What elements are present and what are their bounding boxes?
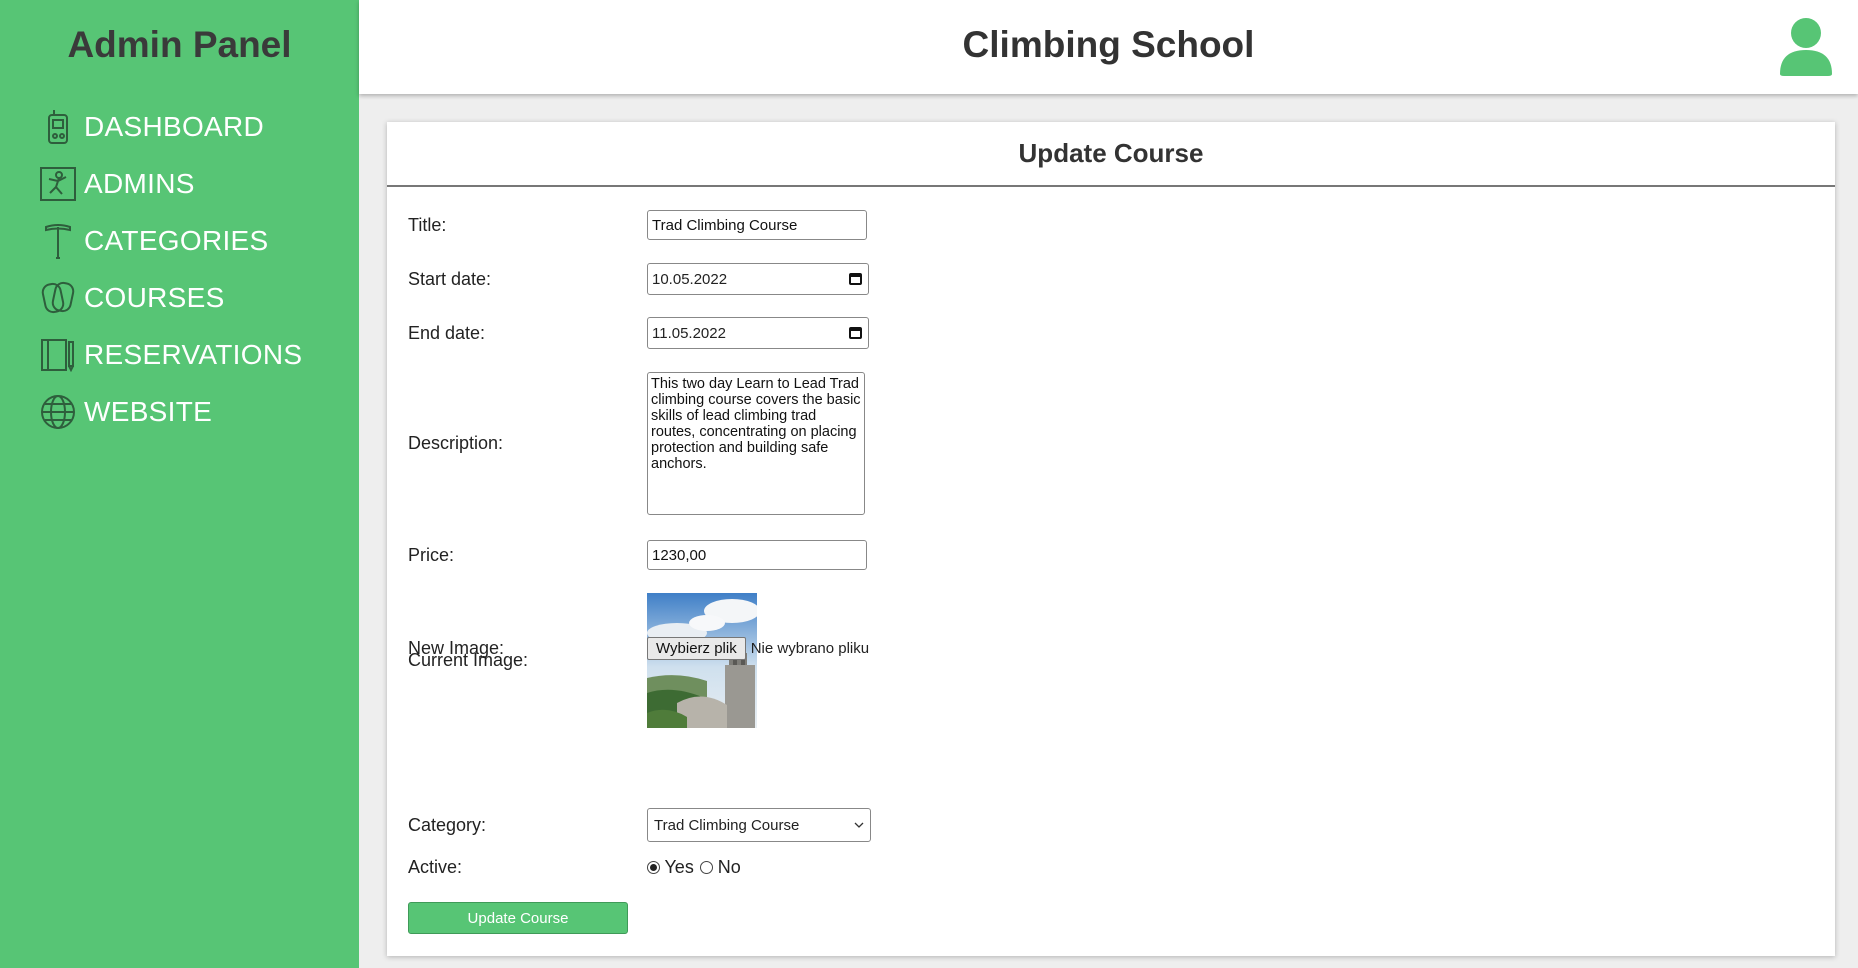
end-date-label: End date: — [408, 322, 486, 343]
start-date-row: Start date: 10.05.2022 — [408, 263, 869, 295]
sidebar: Admin Panel DASHBOARD ADMINS CATEGORIES … — [0, 0, 359, 968]
description-label: Description: — [408, 433, 504, 453]
new-image-row: New Image: Wybierz plik Nie wybrano plik… — [408, 637, 869, 660]
update-course-card: Update Course Title: Start date: 10.05.2… — [387, 122, 1835, 956]
globe-www-icon — [40, 394, 76, 430]
sidebar-item-categories[interactable]: CATEGORIES — [40, 212, 302, 269]
admin-panel-title: Admin Panel — [67, 24, 292, 65]
category-selected-value: Trad Climbing Course — [654, 816, 800, 834]
top-bar: Climbing School — [359, 0, 1858, 94]
chevron-down-icon — [854, 822, 864, 828]
active-no-label: No — [717, 857, 741, 877]
title-input[interactable] — [647, 210, 867, 240]
sidebar-nav: DASHBOARD ADMINS CATEGORIES COURSES RESE… — [40, 98, 302, 440]
active-yes-radio[interactable] — [647, 861, 660, 874]
start-date-input[interactable]: 10.05.2022 — [647, 263, 869, 295]
title-label: Title: — [408, 214, 447, 235]
price-input[interactable] — [647, 540, 867, 570]
book-icon — [40, 337, 76, 373]
active-no-radio[interactable] — [700, 861, 714, 874]
description-row: Description: This two day Learn to Lead … — [408, 372, 865, 515]
category-label: Category: — [408, 814, 487, 835]
sidebar-item-label: COURSES — [84, 281, 225, 313]
current-image-row: Current Image: — [408, 593, 757, 728]
file-status: Nie wybrano pliku — [750, 640, 870, 657]
new-image-label: New Image: — [408, 638, 505, 658]
active-label: Active: — [408, 857, 463, 877]
calendar-icon[interactable] — [849, 273, 862, 285]
sidebar-item-dashboard[interactable]: DASHBOARD — [40, 98, 302, 155]
calendar-icon[interactable] — [849, 327, 862, 339]
sidebar-item-website[interactable]: WEBSITE — [40, 383, 302, 440]
price-row: Price: — [408, 540, 867, 570]
price-label: Price: — [408, 544, 455, 565]
start-date-value: 10.05.2022 — [652, 270, 728, 288]
sidebar-item-courses[interactable]: COURSES — [40, 269, 302, 326]
category-select[interactable]: Trad Climbing Course — [647, 808, 871, 842]
sidebar-item-label: CATEGORIES — [84, 224, 269, 256]
category-row: Category: Trad Climbing Course — [408, 808, 871, 842]
title-row: Title: — [408, 210, 867, 240]
user-avatar-icon[interactable] — [1778, 16, 1834, 76]
active-row: Active: Yes No — [408, 857, 743, 878]
current-image-thumbnail — [647, 593, 757, 728]
sidebar-item-label: RESERVATIONS — [84, 338, 303, 370]
sidebar-item-label: DASHBOARD — [84, 110, 265, 142]
choose-file-button[interactable]: Wybierz plik — [647, 637, 746, 660]
dashboard-device-icon — [40, 109, 76, 145]
ice-axe-icon — [40, 223, 76, 259]
sidebar-item-label: ADMINS — [84, 167, 195, 199]
update-course-button[interactable]: Update Course — [408, 902, 628, 934]
active-yes-label: Yes — [664, 857, 694, 877]
sidebar-item-label: WEBSITE — [84, 395, 213, 427]
start-date-label: Start date: — [408, 268, 492, 289]
end-date-input[interactable]: 11.05.2022 — [647, 317, 869, 349]
climber-icon — [40, 166, 76, 202]
carabiner-icon — [40, 280, 76, 316]
app-title: Climbing School — [962, 24, 1255, 65]
description-textarea[interactable]: This two day Learn to Lead Trad climbing… — [647, 372, 865, 515]
end-date-row: End date: 11.05.2022 — [408, 317, 869, 349]
sidebar-item-admins[interactable]: ADMINS — [40, 155, 302, 212]
end-date-value: 11.05.2022 — [652, 324, 726, 342]
sidebar-item-reservations[interactable]: RESERVATIONS — [40, 326, 302, 383]
page-title: Update Course — [387, 122, 1835, 187]
